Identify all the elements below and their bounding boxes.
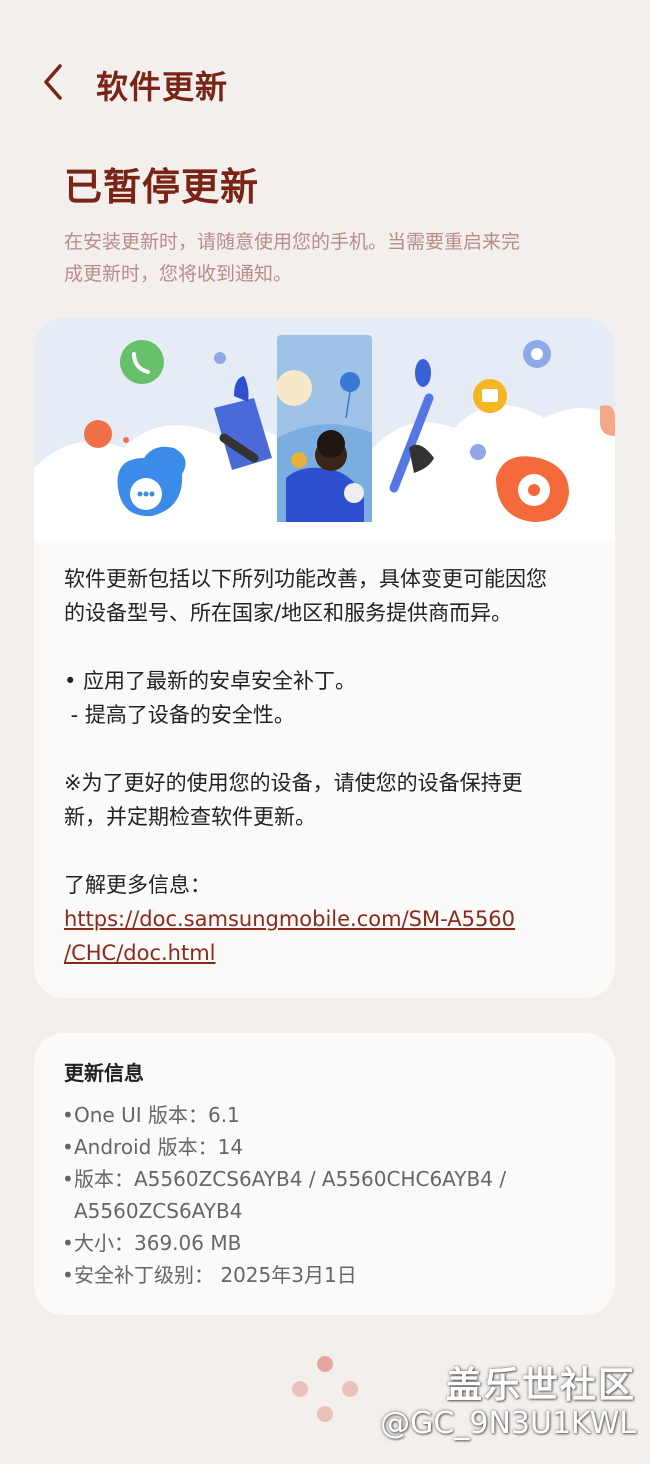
description-line: 成更新时，您将收到通知。	[64, 263, 293, 285]
release-notes-link[interactable]: https://doc.samsungmobile.com/SM-A5560	[64, 902, 589, 936]
page-title: 软件更新	[96, 68, 229, 106]
watermark-brand: 盖乐世社区	[445, 1365, 636, 1406]
info-item-build: •版本：A5560ZCS6AYB4 / A5560CHC6AYB4 /	[62, 1167, 507, 1191]
change-item: • 应用了最新的安卓安全补丁。	[64, 669, 357, 693]
info-item-size: •大小：369.06 MB	[62, 1231, 242, 1255]
back-button[interactable]	[36, 58, 76, 108]
info-item-security-patch: •安全补丁级别： 2025年3月1日	[62, 1263, 357, 1287]
update-status-title: 已暂停更新	[64, 165, 260, 209]
changes-list: • 应用了最新的安卓安全补丁。 - 提高了设备的安全性。	[64, 664, 589, 732]
update-illustration	[34, 318, 615, 540]
note-paragraph: ※为了更好的使用您的设备，请使您的设备保持更 新，并定期检查软件更新。	[64, 766, 589, 834]
watermark-user: @GC_9N3U1KWL	[380, 1406, 636, 1441]
intro-paragraph: 软件更新包括以下所列功能改善，具体变更可能因您 的设备型号、所在国家/地区和服务…	[64, 562, 589, 630]
info-item-build-continued: A5560ZCS6AYB4	[74, 1199, 243, 1223]
release-notes-link-continued[interactable]: /CHC/doc.html	[64, 936, 589, 970]
more-info-label: 了解更多信息：	[64, 873, 211, 897]
change-subitem: - 提高了设备的安全性。	[64, 703, 295, 727]
note-line: ※为了更好的使用您的设备，请使您的设备保持更	[64, 771, 523, 795]
update-info-title: 更新信息	[64, 1061, 144, 1085]
description-line: 在安装更新时，请随意使用您的手机。当需要重启来完	[64, 231, 521, 253]
update-info-list: •One UI 版本：6.1 •Android 版本：14 •版本：A5560Z…	[62, 1099, 602, 1291]
release-notes-card: 软件更新包括以下所列功能改善，具体变更可能因您 的设备型号、所在国家/地区和服务…	[34, 318, 615, 998]
chevron-left-icon	[44, 64, 62, 100]
intro-line: 的设备型号、所在国家/地区和服务提供商而异。	[64, 601, 513, 625]
release-notes: 软件更新包括以下所列功能改善，具体变更可能因您 的设备型号、所在国家/地区和服务…	[64, 562, 589, 970]
update-status-description: 在安装更新时，请随意使用您的手机。当需要重启来完 成更新时，您将收到通知。	[64, 226, 594, 290]
loading-spinner-icon	[292, 1356, 358, 1422]
info-item-oneui: •One UI 版本：6.1	[62, 1103, 240, 1127]
intro-line: 软件更新包括以下所列功能改善，具体变更可能因您	[64, 567, 547, 591]
more-info: 了解更多信息： https://doc.samsungmobile.com/SM…	[64, 868, 589, 970]
info-item-android: •Android 版本：14	[62, 1135, 244, 1159]
update-info-card: 更新信息 •One UI 版本：6.1 •Android 版本：14 •版本：A…	[34, 1033, 615, 1315]
note-line: 新，并定期检查软件更新。	[64, 805, 316, 829]
app-header: 软件更新	[0, 0, 650, 160]
